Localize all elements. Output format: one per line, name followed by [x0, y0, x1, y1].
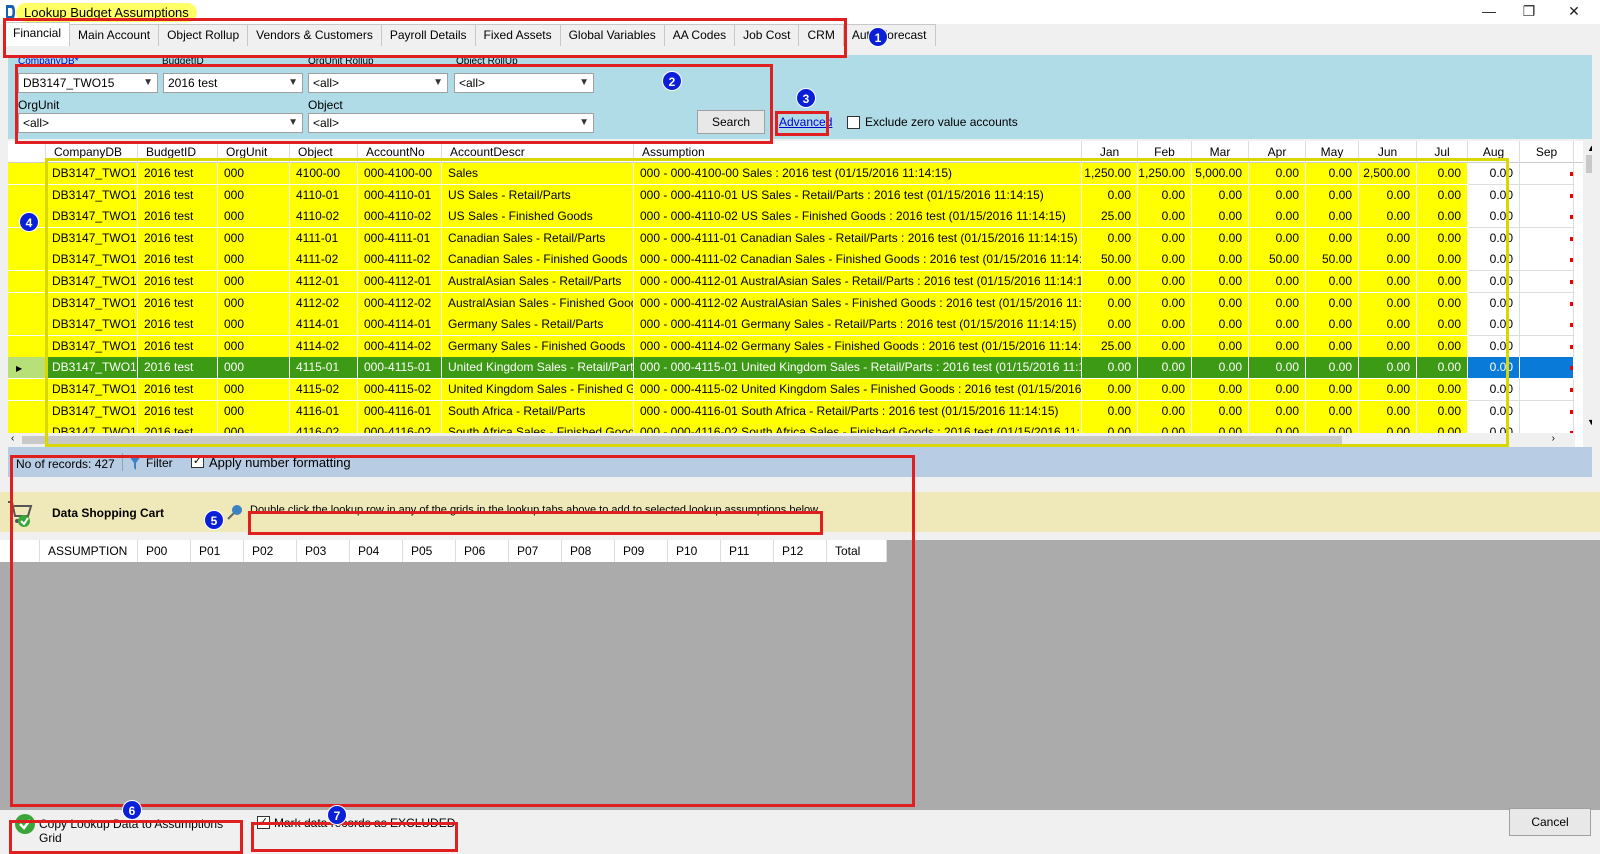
- cell-sep[interactable]: [1520, 292, 1574, 315]
- cell-sep[interactable]: [1520, 249, 1574, 272]
- annotation-box-filters: [15, 64, 773, 144]
- scroll-right-icon[interactable]: ›: [1552, 433, 1555, 444]
- row-selector[interactable]: [8, 335, 46, 358]
- cell-marker: [1570, 236, 1573, 241]
- scroll-up-icon[interactable]: ▲: [1587, 143, 1592, 153]
- minimize-icon: —: [1482, 3, 1496, 19]
- cell-sep[interactable]: [1520, 206, 1574, 229]
- cancel-button[interactable]: Cancel: [1509, 808, 1591, 836]
- column-header-sep[interactable]: Sep: [1520, 141, 1574, 163]
- cell-marker: [1570, 301, 1573, 306]
- annotation-box-copy: [9, 820, 243, 854]
- restore-button[interactable]: ❐: [1506, 0, 1552, 22]
- cell-sep[interactable]: [1520, 314, 1574, 337]
- lookup-budget-assumptions-window: Lookup Budget Assumptions — ❐ ✕ Financia…: [0, 0, 1600, 854]
- vertical-scrollbar[interactable]: ▲ ▼: [1583, 141, 1592, 447]
- row-selector[interactable]: [8, 292, 46, 315]
- annotation-badge-6: 6: [122, 800, 142, 820]
- exclude-zero-label: Exclude zero value accounts: [865, 115, 1018, 129]
- scroll-thumb[interactable]: [1586, 155, 1592, 173]
- row-selector[interactable]: [8, 400, 46, 423]
- row-selector[interactable]: [8, 163, 46, 185]
- annotation-box-grid: [45, 158, 1509, 447]
- cell-marker: [1570, 193, 1573, 198]
- cell-marker: [1570, 172, 1573, 176]
- cell-marker: [1570, 215, 1573, 220]
- close-icon: ✕: [1568, 2, 1580, 19]
- grid-header-corner: [8, 141, 46, 163]
- cell-marker: [1570, 366, 1573, 371]
- cell-marker: [1570, 344, 1573, 349]
- annotation-badge-1: 1: [868, 27, 888, 47]
- cell-sep[interactable]: [1520, 357, 1574, 380]
- current-row-pointer-icon: ▶: [16, 364, 23, 374]
- cell-marker: [1570, 409, 1573, 414]
- cell-sep[interactable]: [1520, 163, 1574, 185]
- annotation-badge-5: 5: [204, 510, 224, 530]
- close-button[interactable]: ✕: [1551, 0, 1597, 22]
- annotation-box-hint: [248, 511, 823, 535]
- cell-sep[interactable]: [1520, 271, 1574, 293]
- annotation-box-tabs: [3, 18, 847, 58]
- cell-sep[interactable]: [1520, 400, 1574, 423]
- cell-sep[interactable]: [1520, 335, 1574, 358]
- row-selector[interactable]: [8, 379, 46, 401]
- annotation-box-exclude: [251, 822, 458, 852]
- annotation-box-cart: [10, 455, 915, 807]
- cell-sep[interactable]: [1520, 227, 1574, 250]
- row-selector[interactable]: [8, 184, 46, 207]
- row-selector[interactable]: [8, 271, 46, 293]
- annotation-badge-3: 3: [796, 88, 816, 108]
- cell-sep[interactable]: [1520, 184, 1574, 207]
- row-selector[interactable]: ▶: [8, 357, 46, 380]
- annotation-badge-2: 2: [662, 71, 682, 91]
- tab-auto-forecast[interactable]: Auto Forecast: [842, 24, 936, 46]
- row-selector[interactable]: [8, 249, 46, 272]
- cell-marker: [1570, 388, 1573, 392]
- annotation-badge-4: 4: [19, 212, 39, 232]
- restore-icon: ❐: [1522, 2, 1536, 19]
- cell-marker: [1570, 323, 1573, 328]
- scroll-left-icon[interactable]: ‹: [11, 433, 14, 444]
- annotation-box-advanced: [775, 111, 829, 136]
- annotation-badge-7: 7: [327, 805, 347, 825]
- cell-sep[interactable]: [1520, 379, 1574, 401]
- cell-marker: [1570, 280, 1573, 284]
- cell-marker: [1570, 258, 1573, 263]
- row-selector[interactable]: [8, 314, 46, 337]
- scroll-down-icon[interactable]: ▼: [1587, 417, 1592, 427]
- exclude-zero-checkbox[interactable]: [847, 116, 860, 129]
